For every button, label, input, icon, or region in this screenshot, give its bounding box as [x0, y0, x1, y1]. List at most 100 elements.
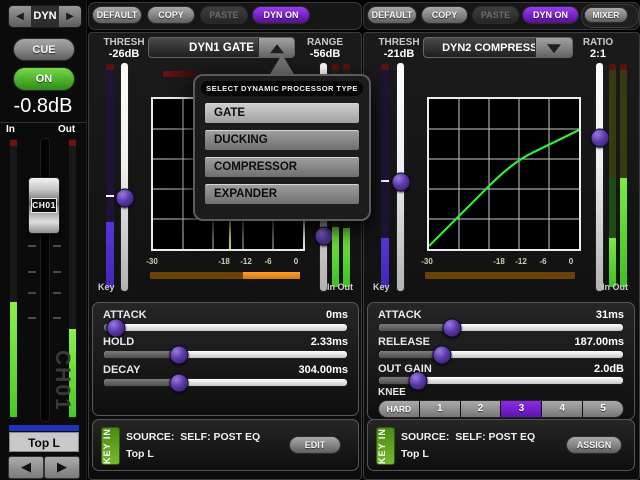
mixer-button[interactable]: MIXER — [584, 7, 628, 23]
sidebar-divider — [0, 122, 86, 123]
dyn1-key-label: Key — [98, 282, 115, 292]
dyn2-attack-label: ATTACK — [378, 309, 422, 321]
dyn2-attack-slider[interactable] — [378, 323, 624, 332]
channel-next-button[interactable]: ▶ — [44, 456, 80, 479]
dyn2-attack-knob[interactable] — [443, 318, 462, 337]
dyn1-range-label: RANGE — [301, 37, 349, 48]
dyn1-thresh-value: -26dB — [98, 48, 150, 60]
dyn1-hold-slider[interactable] — [103, 350, 348, 359]
dyn2-thresh-knob[interactable] — [391, 172, 410, 191]
popup-option-gate[interactable]: GATE — [205, 103, 359, 123]
dyn2-release-knob[interactable] — [433, 345, 452, 364]
dyn1-keyin-edit-button[interactable]: EDIT — [289, 436, 341, 454]
dyn1-thresh-label: THRESH — [98, 37, 150, 48]
meter-in-label: In — [6, 124, 15, 135]
dyn1-keyin-badge: KEY IN — [101, 427, 120, 465]
dyn2-key-meter — [381, 64, 389, 287]
dyn2-transfer-graph — [427, 97, 581, 251]
fader-handle[interactable]: CH01 — [28, 177, 60, 234]
dyn1-hold-knob[interactable] — [170, 345, 189, 364]
dyn2-release-value: 187.00ms — [574, 336, 624, 348]
dyn1-inout-label: In Out — [327, 282, 353, 292]
dyn2-scale: -30 -18 -12 -6 0 — [0, 257, 640, 267]
dyn2-release-label: RELEASE — [378, 336, 430, 348]
popup-option-ducking[interactable]: DUCKING — [205, 130, 359, 150]
knee-option-4[interactable]: 4 — [542, 401, 582, 417]
popup-option-expander[interactable]: EXPANDER — [205, 184, 359, 204]
dyn2-on-button[interactable]: DYN ON — [522, 6, 579, 24]
dyn2-thresh-marker — [381, 180, 389, 182]
dyn1-range-knob[interactable] — [314, 227, 333, 246]
dyn2-knee-label: KNEE — [378, 387, 406, 398]
cue-button[interactable]: CUE — [13, 38, 75, 61]
dyn2-knee-selector: HARD 1 2 3 4 5 — [378, 400, 624, 418]
dyn2-thresh-value: -21dB — [373, 48, 425, 60]
dyn2-keyin-badge: KEY IN — [376, 427, 395, 465]
knee-option-1[interactable]: 1 — [420, 401, 460, 417]
dyn1-keyin-channel: Top L — [126, 448, 154, 460]
channel-color-bar — [9, 425, 79, 431]
dyn1-copy-button[interactable]: COPY — [147, 6, 195, 24]
fader-level-value: -0.8dB — [0, 95, 86, 118]
dyn2-outgain-value: 2.0dB — [594, 363, 624, 375]
knee-option-5[interactable]: 5 — [583, 401, 623, 417]
dyn1-thresh-marker — [106, 195, 114, 197]
dyn2-outgain-knob[interactable] — [409, 371, 428, 390]
popup-caret — [269, 54, 295, 76]
nav-prev-button[interactable]: ◀ — [9, 6, 31, 27]
dyn1-decay-slider[interactable] — [103, 378, 348, 387]
dyn2-release-slider[interactable] — [378, 350, 624, 359]
dyn1-attack-value: 0ms — [326, 309, 348, 321]
dyn1-paste-button[interactable]: PASTE — [200, 6, 248, 24]
dyn2-keyin-box: KEY IN SOURCE: SELF: POST EQ Top L ASSIG… — [367, 419, 635, 471]
dyn2-keyin-assign-button[interactable]: ASSIGN — [566, 436, 622, 454]
dyn2-ratio-label: RATIO — [574, 37, 622, 48]
dyn2-type-selector[interactable]: DYN2 COMPRESSOR — [423, 37, 573, 58]
dyn1-decay-value: 304.00ms — [298, 364, 348, 376]
dyn2-inout-label: In Out — [602, 282, 628, 292]
fader-cap-label: CH01 — [31, 198, 57, 213]
dyn1-params-box: ATTACK 0ms HOLD 2.33ms DECAY 304.00ms — [92, 302, 359, 416]
channel-on-button[interactable]: ON — [13, 67, 75, 91]
dyn2-type-dropdown-button[interactable] — [535, 38, 572, 57]
dyn1-hold-label: HOLD — [103, 336, 134, 348]
processor-type-popup: SELECT DYNAMIC PROCESSOR TYPE GATE DUCKI… — [193, 74, 371, 221]
dyn1-on-button[interactable]: DYN ON — [252, 6, 310, 24]
dyn1-default-button[interactable]: DEFAULT — [92, 6, 142, 24]
dyn1-level-bar — [150, 272, 300, 279]
knee-option-3[interactable]: 3 — [501, 401, 541, 417]
input-level-meter — [10, 139, 17, 419]
dyn2-default-button[interactable]: DEFAULT — [367, 6, 417, 24]
channel-watermark: CH01 — [50, 350, 74, 426]
knee-option-hard[interactable]: HARD — [379, 401, 419, 417]
channel-sidebar: ◀ DYN ▶ CUE ON -0.8dB In Out CH01 CH01 — [0, 0, 87, 480]
dyn2-ratio-value: 2:1 — [574, 48, 622, 60]
dynamics-screen: ◀ DYN ▶ CUE ON -0.8dB In Out CH01 CH01 — [0, 0, 640, 480]
dyn1-attack-slider[interactable] — [103, 323, 348, 332]
nav-next-button[interactable]: ▶ — [59, 6, 81, 27]
dyn2-outgain-slider[interactable] — [378, 376, 624, 385]
dyn2-in-meter — [609, 64, 616, 287]
dyn1-decay-knob[interactable] — [170, 373, 189, 392]
channel-name-label[interactable]: Top L — [9, 432, 79, 452]
popup-option-compressor[interactable]: COMPRESSOR — [205, 157, 359, 177]
knee-option-2[interactable]: 2 — [461, 401, 501, 417]
dyn2-thresh-label: THRESH — [373, 37, 425, 48]
dyn2-paste-button[interactable]: PASTE — [472, 6, 519, 24]
dyn1-keyin-source: SOURCE: SELF: POST EQ — [126, 431, 260, 443]
chevron-down-icon — [547, 44, 561, 53]
dyn1-key-meter — [106, 64, 114, 287]
dyn1-gain-reduction-meter — [163, 71, 196, 77]
dyn2-copy-button[interactable]: COPY — [421, 6, 468, 24]
screen-nav: ◀ DYN ▶ — [8, 5, 82, 28]
dyn2-params-box: ATTACK 31ms RELEASE 187.00ms OUT GAIN 2.… — [367, 302, 635, 420]
channel-prev-button[interactable]: ◀ — [8, 456, 44, 479]
nav-screen-label: DYN — [31, 6, 59, 27]
dyn1-thresh-knob[interactable] — [115, 188, 134, 207]
dyn1-attack-knob[interactable] — [107, 318, 126, 337]
dyn2-level-bar — [425, 272, 575, 279]
dyn2-attack-value: 31ms — [596, 309, 624, 321]
dyn1-decay-label: DECAY — [103, 364, 141, 376]
dyn2-ratio-knob[interactable] — [590, 129, 609, 148]
compressor-curve — [429, 130, 579, 246]
